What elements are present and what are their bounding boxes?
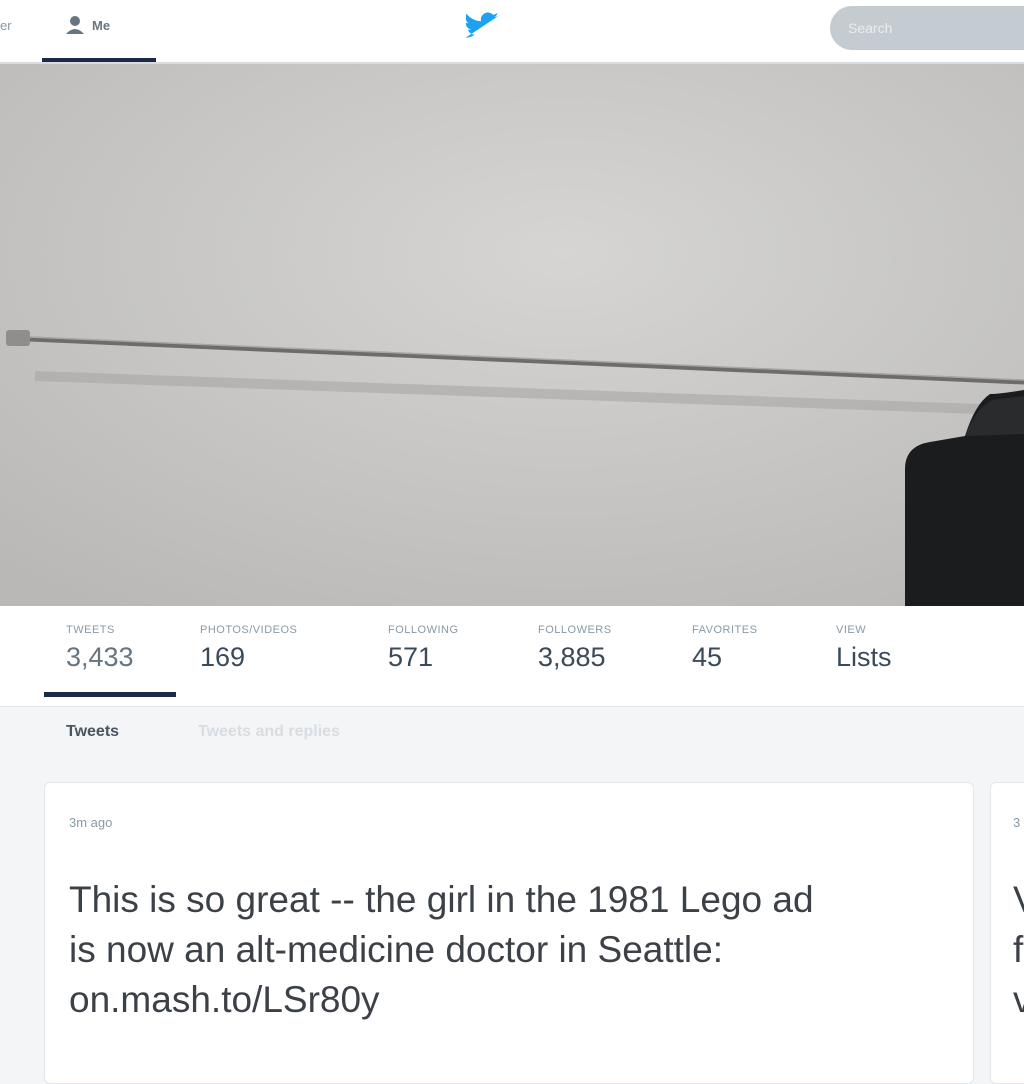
tweet-timestamp[interactable]: 3m ago	[69, 815, 112, 830]
stat-value: 571	[388, 642, 434, 672]
header-photo	[0, 64, 1024, 606]
stat-label: PHOTOS/VIDEOS	[200, 624, 298, 636]
nav-me-label: Me	[92, 18, 111, 33]
stat-photos-videos[interactable]: PHOTOS/VIDEOS 169	[200, 624, 297, 673]
tweet-text-line: This is so great -- the girl in the 1981…	[69, 879, 814, 920]
stat-label: FOLLOWING	[388, 624, 459, 636]
tweet-card[interactable]: 3 V f v	[990, 782, 1024, 1084]
search-placeholder: Search	[848, 20, 893, 36]
stat-value: 3,885	[538, 642, 606, 672]
stat-tweets[interactable]: TWEETS 3,433	[66, 624, 134, 673]
stat-view-lists[interactable]: VIEW Lists	[836, 624, 892, 673]
tweet-link[interactable]: on.mash.to/LSr80y	[69, 975, 969, 1025]
tweet-text: This is so great -- the girl in the 1981…	[69, 875, 969, 1025]
tweet-text-line: f	[1013, 929, 1024, 970]
person-icon	[64, 14, 86, 41]
stat-favorites[interactable]: FAVORITES 45	[692, 624, 757, 673]
tweet-text-line: v	[1013, 979, 1024, 1020]
top-nav: er Me Search	[0, 0, 1024, 64]
nav-item-me[interactable]: Me	[42, 0, 156, 62]
stat-value: Lists	[836, 642, 892, 672]
stat-label: TWEETS	[66, 624, 115, 636]
timeline-tabs: Tweets Tweets and replies	[0, 707, 1024, 757]
stat-following[interactable]: FOLLOWING 571	[388, 624, 459, 673]
tweet-timestamp[interactable]: 3	[1013, 815, 1020, 830]
nav-item-partial[interactable]: er	[0, 18, 12, 33]
stat-label: VIEW	[836, 624, 867, 636]
stat-label: FOLLOWERS	[538, 624, 612, 636]
stat-value: 169	[200, 642, 246, 672]
tweet-text-line: V	[1013, 875, 1024, 925]
search-input[interactable]: Search	[830, 6, 1024, 50]
tab-tweets[interactable]: Tweets	[66, 723, 119, 741]
twitter-bird-icon[interactable]	[465, 12, 500, 47]
tweet-card[interactable]: 3m ago This is so great -- the girl in t…	[44, 782, 974, 1084]
stat-followers[interactable]: FOLLOWERS 3,885	[538, 624, 612, 673]
active-stat-indicator	[44, 692, 176, 697]
tab-tweets-and-replies[interactable]: Tweets and replies	[198, 723, 340, 741]
tweet-text: V f v	[1013, 875, 1024, 1025]
stat-label: FAVORITES	[692, 624, 758, 636]
stat-value: 3,433	[66, 642, 134, 672]
tweet-text-line: is now an alt-medicine doctor in Seattle…	[69, 929, 724, 970]
stat-value: 45	[692, 642, 723, 672]
